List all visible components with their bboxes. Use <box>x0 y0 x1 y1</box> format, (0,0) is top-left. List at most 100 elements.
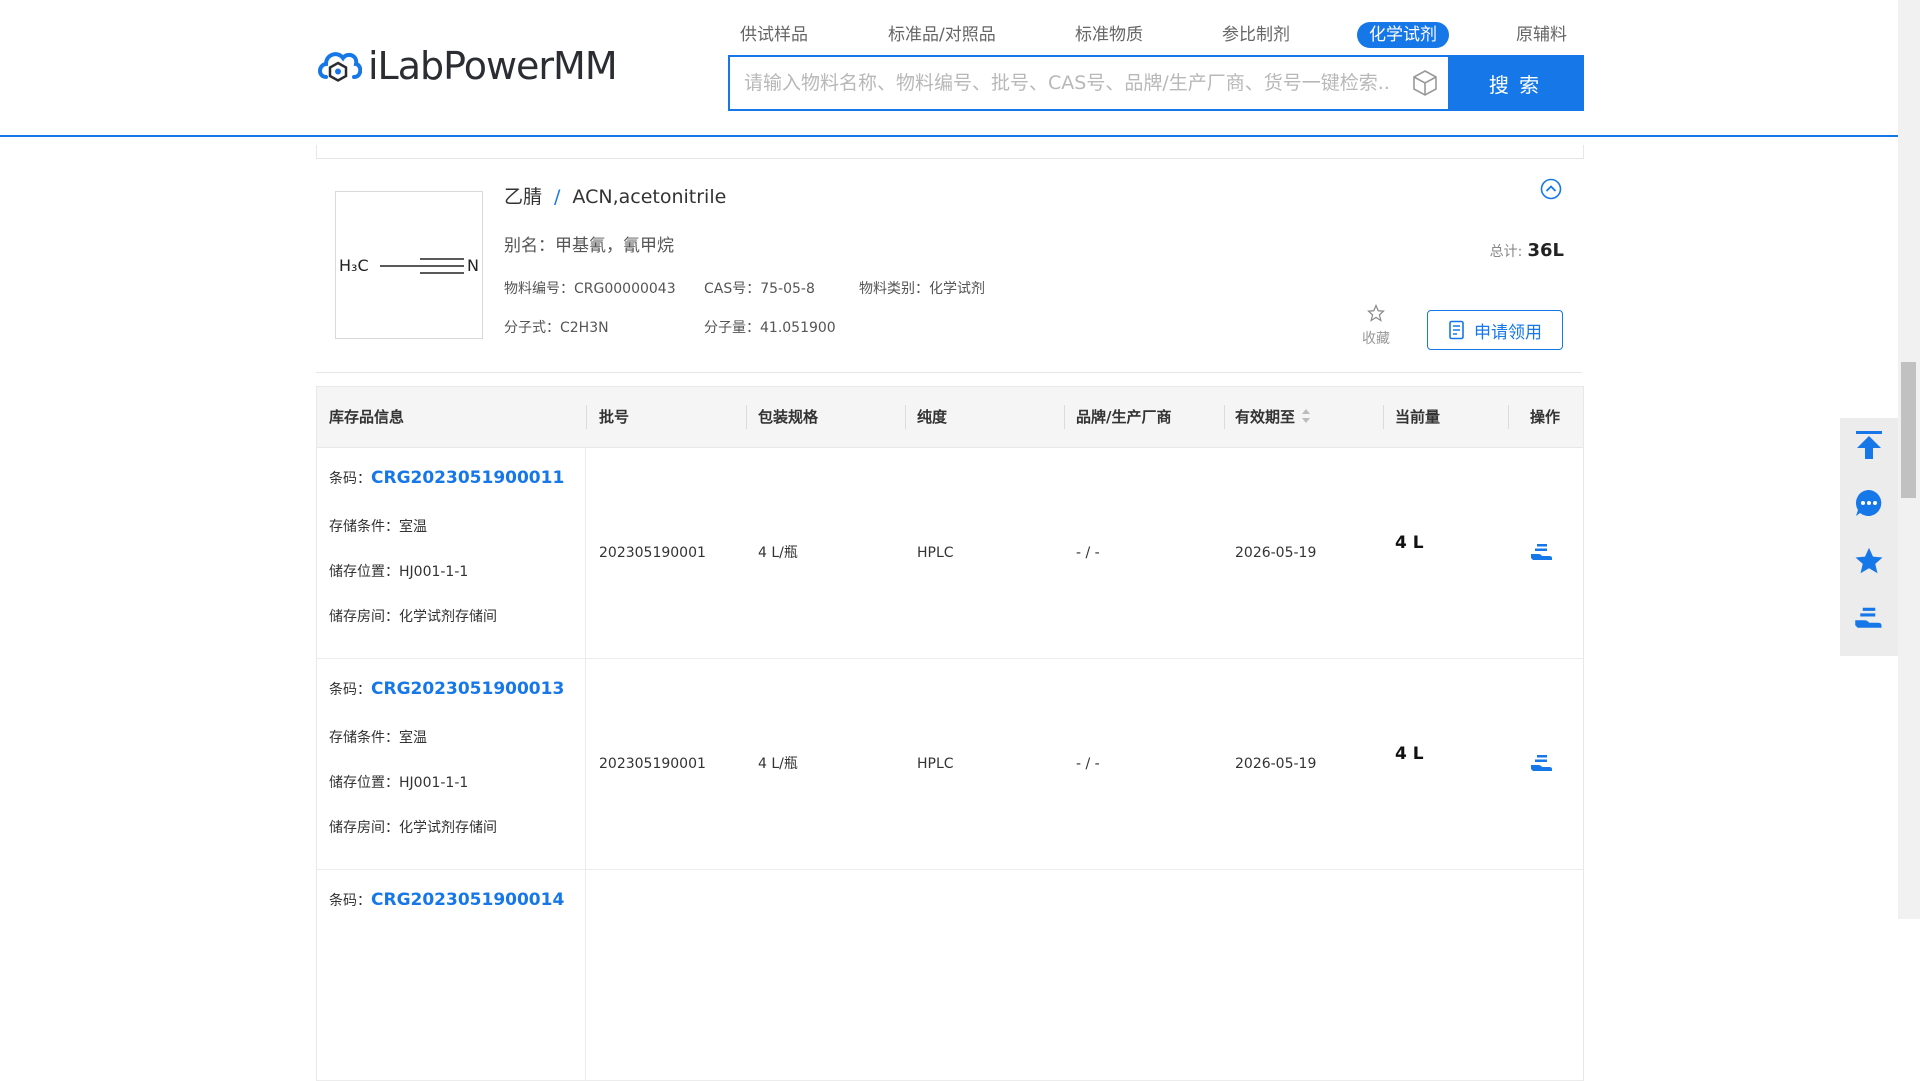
col-inventory-info: 库存品信息 <box>329 408 405 426</box>
nav-item-test-samples[interactable]: 供试样品 <box>740 22 808 48</box>
column-divider <box>905 405 906 429</box>
structure-left-label: H₃C <box>339 256 369 275</box>
molecular-formula: 分子式：C2H3N <box>504 320 609 336</box>
chat-icon[interactable] <box>1854 488 1884 518</box>
apply-button[interactable]: 申请领用 <box>1427 310 1563 350</box>
category-nav: 供试样品 标准品/对照品 标准物质 参比制剂 化学试剂 原辅料 <box>728 22 1570 48</box>
search-bar: 搜 索 <box>728 55 1584 111</box>
storage-room: 储存房间：化学试剂存储间 <box>329 609 497 625</box>
logo-text: iLabPowerMM <box>368 44 618 88</box>
product-card: H₃C N 乙腈 / ACN,acetonitrile 别名：甲基氰，氰甲烷 物料编… <box>316 160 1582 373</box>
column-divider <box>1508 405 1509 429</box>
expiry-cell: 2026-05-19 <box>1235 756 1317 772</box>
star-outline-icon <box>1367 303 1385 322</box>
cloud-molecule-logo-icon <box>318 52 362 82</box>
material-code: 物料编号：CRG00000043 <box>504 281 676 297</box>
table-header: 库存品信息 批号 包装规格 纯度 品牌/生产厂商 有效期至 当前量 操作 <box>317 387 1583 448</box>
column-divider <box>746 405 747 429</box>
brand-cell: - / - <box>1076 545 1100 561</box>
cas-number: CAS号：75-05-8 <box>704 281 815 297</box>
total-value: 36L <box>1527 240 1564 261</box>
apply-label: 申请领用 <box>1474 322 1542 343</box>
package-cell: 4 L/瓶 <box>758 756 798 772</box>
column-divider <box>1064 405 1065 429</box>
storage-condition: 存储条件：室温 <box>329 519 427 535</box>
column-divider <box>586 405 587 429</box>
nav-item-chemical-reagents[interactable]: 化学试剂 <box>1357 22 1449 48</box>
product-alias: 别名：甲基氰，氰甲烷 <box>504 236 674 256</box>
floating-toolbar <box>1840 418 1898 656</box>
title-separator: / <box>554 186 561 208</box>
package-cell: 4 L/瓶 <box>758 545 798 561</box>
table-row: 条码：CRG2023051900013 存储条件：室温 储存位置：HJ001-1… <box>317 659 1583 870</box>
barcode-link[interactable]: CRG2023051900014 <box>371 890 564 910</box>
product-name-cn: 乙腈 <box>504 186 543 208</box>
collapse-chevron-up-icon[interactable] <box>1540 178 1562 200</box>
quantity-cell: 4 L <box>1395 533 1424 553</box>
chemical-structure-image: H₃C N <box>335 191 483 339</box>
col-package: 包装规格 <box>758 408 819 426</box>
col-quantity: 当前量 <box>1395 408 1441 426</box>
purity-cell: HPLC <box>917 756 954 772</box>
barcode-link[interactable]: CRG2023051900013 <box>371 679 564 699</box>
page-scrollbar[interactable] <box>1898 0 1920 919</box>
back-to-top-icon[interactable] <box>1854 430 1884 460</box>
product-title: 乙腈 / ACN,acetonitrile <box>504 182 726 209</box>
receive-hand-icon[interactable] <box>1530 754 1554 774</box>
col-batch: 批号 <box>599 408 630 426</box>
search-button[interactable]: 搜 索 <box>1448 57 1582 109</box>
barcode-line: 条码：CRG2023051900014 <box>329 890 564 910</box>
inventory-info-cell: 条码：CRG2023051900014 <box>317 870 586 1080</box>
nav-item-standard-substances[interactable]: 标准物质 <box>1075 22 1143 48</box>
site-header: iLabPowerMM 供试样品 标准品/对照品 标准物质 参比制剂 化学试剂 … <box>0 0 1898 137</box>
favorite-button[interactable]: 收藏 <box>1356 303 1396 348</box>
table-row: 条码：CRG2023051900014 <box>317 870 1583 1081</box>
column-divider <box>1383 405 1384 429</box>
barcode-line: 条码：CRG2023051900011 <box>329 468 564 488</box>
storage-room: 储存房间：化学试剂存储间 <box>329 820 497 836</box>
barcode-label: 条码： <box>329 471 371 487</box>
barcode-label: 条码： <box>329 893 371 909</box>
site-logo[interactable]: iLabPowerMM <box>316 42 618 90</box>
col-brand: 品牌/生产厂商 <box>1076 408 1172 426</box>
previous-card-edge <box>316 145 1584 159</box>
barcode-link[interactable]: CRG2023051900011 <box>371 468 564 488</box>
search-input[interactable] <box>730 57 1402 109</box>
nav-item-excipients[interactable]: 原辅料 <box>1516 22 1567 48</box>
column-divider <box>1224 405 1225 429</box>
product-name-en: ACN,acetonitrile <box>572 186 727 208</box>
nav-item-reference-preparations[interactable]: 参比制剂 <box>1222 22 1290 48</box>
total-quantity: 总计: 36L <box>1490 240 1564 261</box>
table-row: 条码：CRG2023051900011 存储条件：室温 储存位置：HJ001-1… <box>317 448 1583 659</box>
sort-icon <box>1302 409 1311 423</box>
col-operation: 操作 <box>1530 408 1561 426</box>
molecular-weight: 分子量：41.051900 <box>704 320 836 336</box>
brand-cell: - / - <box>1076 756 1100 772</box>
hand-receive-icon[interactable] <box>1854 604 1884 634</box>
batch-cell: 202305190001 <box>599 756 706 772</box>
col-expiry-sortable[interactable]: 有效期至 <box>1235 387 1311 447</box>
col-purity: 纯度 <box>917 408 948 426</box>
storage-condition: 存储条件：室温 <box>329 730 427 746</box>
barcode-line: 条码：CRG2023051900013 <box>329 679 564 699</box>
star-icon[interactable] <box>1854 546 1884 576</box>
structure-right-label: N <box>467 256 479 275</box>
quantity-cell: 4 L <box>1395 744 1424 764</box>
favorite-label: 收藏 <box>1362 331 1390 347</box>
storage-location: 储存位置：HJ001-1-1 <box>329 775 469 791</box>
expiry-cell: 2026-05-19 <box>1235 545 1317 561</box>
barcode-label: 条码： <box>329 682 371 698</box>
inventory-table: 库存品信息 批号 包装规格 纯度 品牌/生产厂商 有效期至 当前量 操作 条码：… <box>316 386 1584 1081</box>
storage-location: 储存位置：HJ001-1-1 <box>329 564 469 580</box>
scrollbar-thumb[interactable] <box>1901 362 1916 498</box>
material-category: 物料类别：化学试剂 <box>859 281 985 297</box>
purity-cell: HPLC <box>917 545 954 561</box>
document-icon <box>1449 320 1464 340</box>
cube-icon[interactable] <box>1402 57 1448 109</box>
col-expiry: 有效期至 <box>1235 408 1296 426</box>
total-label: 总计: <box>1489 244 1523 260</box>
nav-item-reference-standards[interactable]: 标准品/对照品 <box>888 22 996 48</box>
batch-cell: 202305190001 <box>599 545 706 561</box>
inventory-info-cell: 条码：CRG2023051900013 存储条件：室温 储存位置：HJ001-1… <box>317 659 586 869</box>
receive-hand-icon[interactable] <box>1530 543 1554 563</box>
